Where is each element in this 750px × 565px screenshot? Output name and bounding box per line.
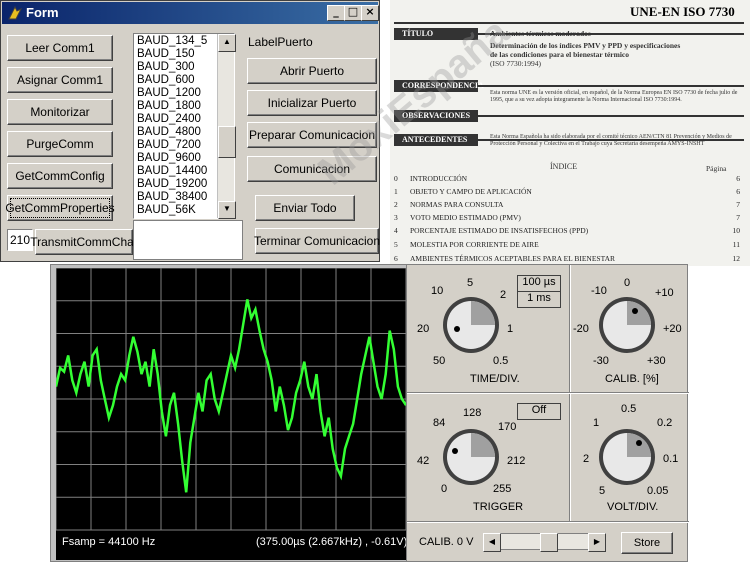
- correspondencia-text: Esta norma UNE es la versión oficial, en…: [490, 90, 738, 103]
- timediv-knob[interactable]: [441, 295, 501, 355]
- rule: [478, 115, 744, 117]
- output-box[interactable]: [133, 220, 243, 260]
- tick-label: 0.5: [493, 355, 509, 367]
- baud-rate-option[interactable]: BAUD_56K: [137, 204, 196, 216]
- scroll-thumb[interactable]: [218, 126, 236, 158]
- close-button[interactable]: ×: [361, 5, 379, 21]
- baud-rate-option[interactable]: BAUD_38400: [137, 191, 207, 203]
- baud-list-scrollbar[interactable]: ▲ ▼: [217, 34, 236, 219]
- pagina-heading: Página: [706, 164, 727, 173]
- divider: [407, 521, 689, 523]
- tick-label: 128: [463, 407, 482, 419]
- waveform-plot: [54, 267, 408, 531]
- baud-rate-option[interactable]: BAUD_300: [137, 61, 195, 73]
- divider: [407, 392, 689, 394]
- minimize-button[interactable]: _: [327, 5, 345, 21]
- tick-label: +20: [663, 323, 682, 335]
- slider-left-arrow[interactable]: ◀: [483, 533, 501, 552]
- app-icon: [8, 5, 23, 20]
- standard-number: UNE-EN ISO 7730: [630, 4, 735, 19]
- purgecomm-button[interactable]: PurgeComm: [7, 131, 113, 157]
- scope-control-panel: 100 µs 1 ms 10 5 2 20 1 50 0.5 TIME/DIV.…: [406, 264, 689, 562]
- serial-port-form-window: Form _ □ × Leer Comm1 Asignar Comm1 Moni…: [0, 0, 380, 262]
- tick-label: 42: [417, 455, 430, 467]
- calib-volt-label: CALIB. 0 V: [419, 536, 474, 548]
- tick-label: 0: [624, 277, 631, 289]
- label-puerto: LabelPuerto: [248, 35, 313, 49]
- inicializar-puerto-button[interactable]: Inicializar Puerto: [247, 90, 377, 116]
- baud-rate-option[interactable]: BAUD_600: [137, 74, 195, 86]
- tick-label: 1: [507, 323, 514, 335]
- baud-rate-option[interactable]: BAUD_14400: [137, 165, 207, 177]
- tick-label: +30: [647, 355, 666, 367]
- transmitcommchar-button[interactable]: TransmitCommChar: [30, 229, 138, 255]
- tick-label: 5: [467, 277, 474, 289]
- calib-percent-label: CALIB. [%]: [605, 373, 659, 385]
- tick-label: -30: [593, 355, 609, 367]
- titulo-line2: Determinación de los índices PMV y PPD y…: [490, 41, 681, 50]
- title-bar[interactable]: Form _ □ ×: [2, 2, 379, 24]
- baud-rate-option[interactable]: BAUD_19200: [137, 178, 207, 190]
- abrir-puerto-button[interactable]: Abrir Puerto: [247, 58, 377, 84]
- oscilloscope-screen[interactable]: Fsamp = 44100 Hz (375.00µs (2.667kHz) , …: [54, 267, 408, 560]
- asignar-comm1-button[interactable]: Asignar Comm1: [7, 67, 113, 93]
- calib-percent-knob[interactable]: [597, 295, 657, 355]
- maximize-button[interactable]: □: [344, 5, 362, 21]
- getcommconfig-button[interactable]: GetCommConfig: [7, 163, 113, 189]
- antecedentes-text: Esta Norma Española ha sido elaborada po…: [490, 134, 732, 147]
- calib-volt-slider[interactable]: ◀ ▶: [483, 533, 606, 552]
- tick-label: 0.1: [663, 453, 679, 465]
- scroll-up-arrow[interactable]: ▲: [218, 34, 236, 52]
- tick-label: 212: [507, 455, 526, 467]
- slider-right-arrow[interactable]: ▶: [588, 533, 606, 552]
- enviar-todo-button[interactable]: Enviar Todo: [255, 195, 355, 221]
- timebase-100us-button[interactable]: 100 µs: [517, 275, 561, 292]
- titulo-line3: de las condiciones para el bienestar tér…: [490, 50, 630, 59]
- trigger-off-button[interactable]: Off: [517, 403, 561, 420]
- getcommproperties-button[interactable]: GetCommProperties: [5, 195, 115, 221]
- monitorizar-button[interactable]: Monitorizar: [7, 99, 113, 125]
- window-title: Form: [26, 5, 59, 20]
- trigger-knob[interactable]: [441, 427, 501, 487]
- baud-rate-option[interactable]: BAUD_4800: [137, 126, 201, 138]
- cursor-readout: (375.00µs (2.667kHz) , -0.61V): [256, 536, 408, 548]
- value-input[interactable]: 210: [7, 229, 33, 251]
- header-rule: [394, 22, 744, 24]
- tick-label: 20: [417, 323, 430, 335]
- voltdiv-knob[interactable]: [597, 427, 657, 487]
- standard-document: UNE-EN ISO 7730 TÍTULO Ambientes térmico…: [390, 0, 750, 266]
- scroll-down-arrow[interactable]: ▼: [218, 201, 236, 219]
- baud-rate-option[interactable]: BAUD_134_5: [137, 35, 207, 47]
- tick-label: 0.5: [621, 403, 637, 415]
- baud-rate-option[interactable]: BAUD_7200: [137, 139, 201, 151]
- sample-rate-readout: Fsamp = 44100 Hz: [62, 536, 156, 548]
- rule: [478, 85, 744, 87]
- baud-rate-option[interactable]: BAUD_1800: [137, 100, 201, 112]
- baud-rate-option[interactable]: BAUD_9600: [137, 152, 201, 164]
- tick-label: 0.2: [657, 417, 673, 429]
- store-button[interactable]: Store: [621, 532, 673, 554]
- tick-label: -20: [573, 323, 589, 335]
- tick-label: +10: [655, 287, 674, 299]
- timediv-label: TIME/DIV.: [470, 373, 520, 385]
- baud-rate-option[interactable]: BAUD_150: [137, 48, 195, 60]
- indice-heading: ÍNDICE: [550, 162, 578, 171]
- slider-thumb[interactable]: [540, 533, 558, 552]
- baud-rate-option[interactable]: BAUD_2400: [137, 113, 201, 125]
- voltdiv-label: VOLT/DIV.: [607, 501, 659, 513]
- terminar-comunicacion-button[interactable]: Terminar Comunicacion: [254, 228, 380, 254]
- trigger-label: TRIGGER: [473, 501, 524, 513]
- tick-label: 2: [583, 453, 590, 465]
- timebase-1ms-button[interactable]: 1 ms: [517, 291, 561, 308]
- leer-comm1-button[interactable]: Leer Comm1: [7, 35, 113, 61]
- tick-label: 50: [433, 355, 446, 367]
- baud-rate-option[interactable]: BAUD_1200: [137, 87, 201, 99]
